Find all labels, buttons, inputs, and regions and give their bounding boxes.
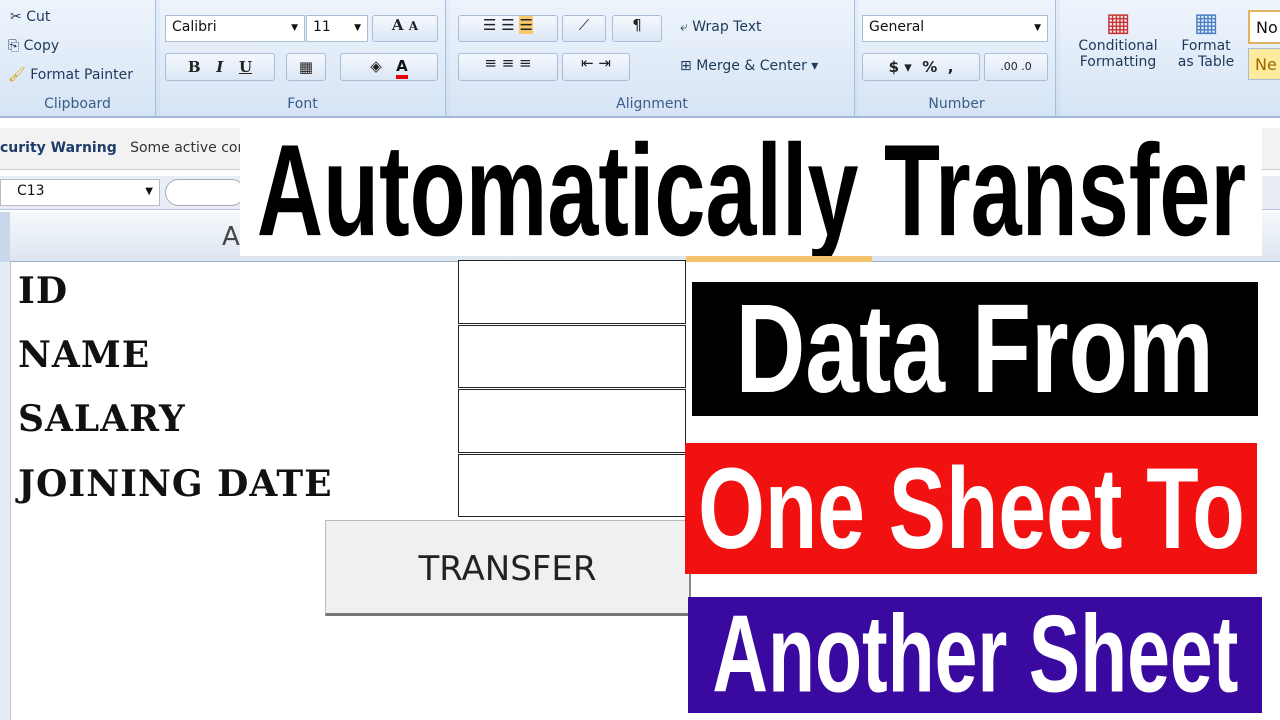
conditional-formatting-button[interactable]: ▦ Conditional Formatting <box>1068 8 1168 70</box>
format-table-label-2: as Table <box>1177 54 1235 70</box>
format-as-table-button[interactable]: ▦ Format as Table <box>1168 8 1244 70</box>
increase-decimal-button[interactable]: .00 <box>1000 60 1018 73</box>
font-size-select[interactable]: 11 ▼ <box>306 15 368 42</box>
ribbon: ✂ Cut ⎘ Copy 🖌 Format Painter Clipboard … <box>0 0 1280 118</box>
name-box[interactable]: C13 ▼ <box>0 179 160 206</box>
underline-button[interactable]: U <box>239 58 252 76</box>
copy-button[interactable]: ⎘ Copy <box>8 38 59 54</box>
clipboard-group: ✂ Cut ⎘ Copy 🖌 Format Painter Clipboard <box>0 0 156 116</box>
alignment-label: Alignment <box>616 96 688 112</box>
copy-label: Copy <box>23 38 60 54</box>
row-headers <box>0 262 11 720</box>
security-warning-title: curity Warning <box>0 140 117 156</box>
cut-button[interactable]: ✂ Cut <box>10 9 50 25</box>
grow-font-button[interactable]: A <box>392 16 404 34</box>
text-direction-icon[interactable]: ¶ <box>612 15 662 42</box>
title-line3: One Sheet To <box>697 443 1245 574</box>
font-name-select[interactable]: Calibri ▼ <box>165 15 305 42</box>
input-name[interactable] <box>458 325 686 388</box>
fill-color-icon[interactable]: ◈ <box>370 57 382 75</box>
wrap-text-button[interactable]: ⤶ Wrap Text <box>680 19 762 35</box>
alignment-group: ☰ ☰ ☰ ⟋ ¶ ≡ ≡ ≡ ⇤ ⇥ ⤶ Wrap Text ⊞ Merge … <box>450 0 855 116</box>
orientation-icon[interactable]: ⟋ <box>562 15 606 42</box>
label-salary: SALARY <box>18 398 186 440</box>
title-banner-line1: Automatically Transfer <box>240 126 1262 256</box>
merge-center-button[interactable]: ⊞ Merge & Center ▾ <box>680 58 818 74</box>
percent-button[interactable]: % <box>922 58 937 76</box>
security-warning-message: Some active cor <box>130 140 244 156</box>
chevron-down-icon: ▼ <box>145 186 153 197</box>
font-label: Font <box>287 96 318 112</box>
column-header-a[interactable]: A <box>222 222 240 252</box>
input-salary[interactable] <box>458 389 686 453</box>
cut-label: Cut <box>26 9 51 25</box>
transfer-button[interactable]: TRANSFER <box>325 520 691 616</box>
title-banner-line4: Another Sheet <box>688 597 1262 713</box>
active-column-highlight <box>686 256 872 262</box>
format-painter-label: Format Painter <box>30 67 134 83</box>
conditional-label-2: Formatting <box>1079 54 1157 70</box>
font-name: Calibri <box>172 19 217 35</box>
font-group: Calibri ▼ 11 ▼ A A B I U ▦ ◈ A Font <box>160 0 446 116</box>
style-normal[interactable]: No <box>1248 10 1280 44</box>
brush-icon: 🖌 <box>8 67 26 83</box>
select-all-corner[interactable] <box>0 212 10 262</box>
borders-button[interactable]: ▦ <box>286 53 326 81</box>
title-line4: Another Sheet <box>712 597 1238 713</box>
name-box-value: C13 <box>17 183 45 199</box>
number-label: Number <box>928 96 985 112</box>
format-painter-button[interactable]: 🖌 Format Painter <box>8 67 133 83</box>
shrink-font-button[interactable]: A <box>409 19 418 33</box>
decrease-decimal-button[interactable]: .0 <box>1021 60 1032 73</box>
wrap-text-label: Wrap Text <box>692 19 762 35</box>
label-joining-date: JOINING DATE <box>18 463 333 505</box>
italic-button[interactable]: I <box>216 58 223 76</box>
label-id: ID <box>18 270 69 312</box>
input-id[interactable] <box>458 260 686 324</box>
label-name: NAME <box>18 334 151 376</box>
chevron-down-icon: ▼ <box>1034 23 1041 33</box>
title-line2: Data From <box>735 282 1215 416</box>
conditional-formatting-icon: ▦ <box>1105 8 1131 38</box>
comma-button[interactable]: , <box>948 58 954 76</box>
title-banner-line3: One Sheet To <box>685 443 1257 574</box>
chevron-down-icon: ▼ <box>291 23 298 33</box>
currency-button[interactable]: $ <box>889 58 899 76</box>
conditional-label: Conditional <box>1078 38 1158 54</box>
style-neutral[interactable]: Ne <box>1248 48 1280 80</box>
chevron-down-icon: ▼ <box>354 23 361 33</box>
number-format: General <box>869 19 925 35</box>
formula-slider[interactable] <box>165 179 245 206</box>
clipboard-label: Clipboard <box>44 96 111 112</box>
title-banner-line2: Data From <box>692 282 1258 416</box>
number-group: General ▼ $ ▾ % , .00 .0 Number <box>858 0 1056 116</box>
format-table-label: Format <box>1181 38 1231 54</box>
number-format-select[interactable]: General ▼ <box>862 15 1048 42</box>
vertical-align-buttons[interactable]: ☰ ☰ ☰ <box>458 15 558 42</box>
merge-center-label: Merge & Center <box>696 58 807 74</box>
styles-group: ▦ Conditional Formatting ▦ Format as Table N… <box>1060 0 1280 116</box>
font-size: 11 <box>313 19 331 35</box>
bold-button[interactable]: B <box>188 58 201 76</box>
horizontal-align-buttons[interactable]: ≡ ≡ ≡ <box>458 53 558 81</box>
format-table-icon: ▦ <box>1193 8 1219 38</box>
input-joining-date[interactable] <box>458 454 686 517</box>
title-line1: Automatically Transfer <box>256 126 1246 256</box>
indent-icon[interactable]: ⇤ ⇥ <box>562 53 630 81</box>
font-color-icon[interactable]: A <box>396 57 408 79</box>
